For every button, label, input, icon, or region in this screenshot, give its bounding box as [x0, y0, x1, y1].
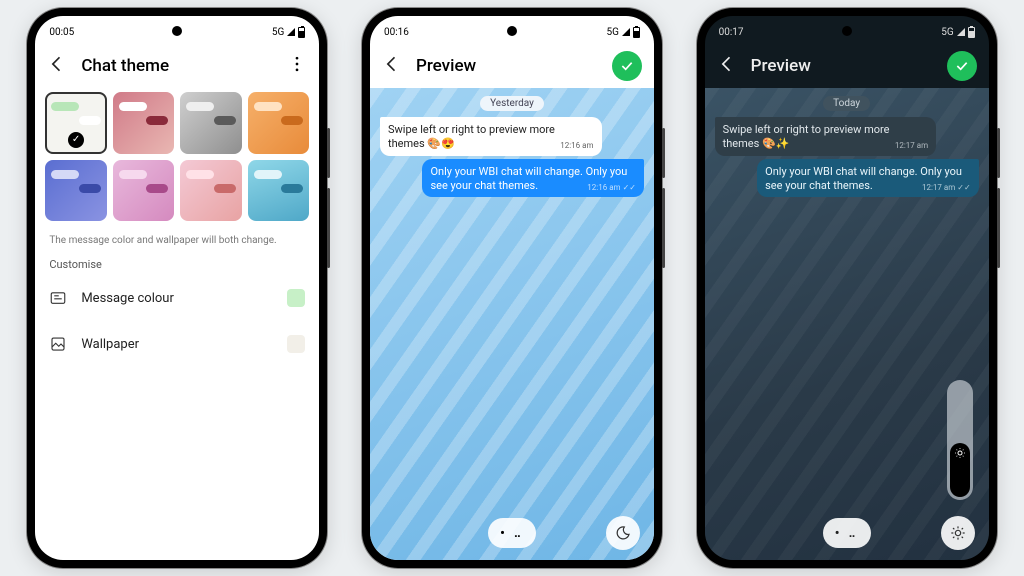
theme-pager[interactable]: • ‥: [823, 518, 871, 548]
status-network: 5G: [607, 27, 619, 38]
message-colour-swatch: [287, 289, 305, 307]
dark-mode-toggle[interactable]: [606, 516, 640, 550]
chat-preview-area[interactable]: Yesterday Swipe left or right to preview…: [370, 88, 654, 560]
app-bar: Preview: [705, 44, 989, 88]
brightness-slider[interactable]: [947, 380, 973, 500]
back-icon[interactable]: [382, 54, 402, 78]
phone-frame-3: 00:17 5G Preview Today Swipe left or rig…: [697, 8, 997, 568]
theme-tile-7[interactable]: [248, 160, 310, 222]
wallpaper-swatch: [287, 335, 305, 353]
confirm-button[interactable]: [612, 51, 642, 81]
read-ticks-icon: ✓✓: [957, 183, 970, 192]
outgoing-message: Only your WBI chat will change. Only you…: [422, 159, 644, 198]
outgoing-message: Only your WBI chat will change. Only you…: [757, 159, 979, 198]
theme-tile-4[interactable]: [45, 160, 107, 222]
app-bar: Chat theme: [35, 44, 319, 88]
page-title: Chat theme: [81, 56, 273, 76]
incoming-message: Swipe left or right to preview more them…: [380, 117, 602, 156]
theme-pager[interactable]: • ‥: [488, 518, 536, 548]
read-ticks-icon: ✓✓: [623, 183, 636, 192]
incoming-message-time: 12:16 am: [560, 141, 593, 151]
battery-icon: [633, 27, 640, 38]
customise-label: Customise: [35, 250, 319, 275]
brightness-slider-thumb[interactable]: [950, 443, 970, 497]
status-network: 5G: [272, 27, 284, 38]
status-time: 00:16: [384, 27, 409, 38]
camera-notch: [172, 26, 182, 36]
message-colour-label: Message colour: [81, 291, 273, 306]
theme-tile-5[interactable]: [113, 160, 175, 222]
wallpaper-label: Wallpaper: [81, 337, 273, 352]
incoming-message-text: Swipe left or right to preview more them…: [723, 123, 890, 150]
screen-preview-light: 00:16 5G Preview Yesterday Swipe left or…: [370, 16, 654, 560]
chat-preview-area[interactable]: Today Swipe left or right to preview mor…: [705, 88, 989, 560]
bottom-controls: • ‥: [370, 518, 654, 548]
battery-icon: [298, 27, 305, 38]
theme-grid: ✓: [35, 88, 319, 225]
theme-tile-1[interactable]: [113, 92, 175, 154]
incoming-message-time: 12:17 am: [895, 141, 928, 151]
outgoing-message-time: 12:17 am: [922, 183, 955, 192]
app-bar: Preview: [370, 44, 654, 88]
camera-notch: [507, 26, 517, 36]
date-chip: Today: [823, 96, 870, 111]
phone-frame-2: 00:16 5G Preview Yesterday Swipe left or…: [362, 8, 662, 568]
wallpaper-icon: [49, 335, 67, 353]
confirm-button[interactable]: [947, 51, 977, 81]
battery-icon: [968, 27, 975, 38]
theme-tile-2[interactable]: [180, 92, 242, 154]
status-time: 00:17: [719, 27, 744, 38]
date-chip: Yesterday: [480, 96, 544, 111]
theme-tile-6[interactable]: [180, 160, 242, 222]
message-colour-icon: [49, 289, 67, 307]
status-network: 5G: [941, 27, 953, 38]
signal-icon: [957, 28, 965, 36]
signal-icon: [287, 28, 295, 36]
incoming-message: Swipe left or right to preview more them…: [715, 117, 937, 156]
more-icon[interactable]: [287, 54, 307, 78]
page-title: Preview: [751, 56, 933, 76]
status-time: 00:05: [49, 27, 74, 38]
outgoing-message-time: 12:16 am: [587, 183, 620, 192]
check-icon: ✓: [68, 132, 84, 148]
wallpaper-row[interactable]: Wallpaper: [35, 321, 319, 367]
theme-hint-text: The message color and wallpaper will bot…: [35, 225, 319, 250]
phone-frame-1: 00:05 5G Chat theme ✓ The message color …: [27, 8, 327, 568]
incoming-message-text: Swipe left or right to preview more them…: [388, 123, 555, 150]
screen-chat-theme: 00:05 5G Chat theme ✓ The message color …: [35, 16, 319, 560]
camera-notch: [842, 26, 852, 36]
screen-preview-dark: 00:17 5G Preview Today Swipe left or rig…: [705, 16, 989, 560]
message-colour-row[interactable]: Message colour: [35, 275, 319, 321]
signal-icon: [622, 28, 630, 36]
theme-tile-0[interactable]: ✓: [45, 92, 107, 154]
back-icon[interactable]: [47, 54, 67, 78]
light-mode-toggle[interactable]: [941, 516, 975, 550]
bottom-controls: • ‥: [705, 518, 989, 548]
theme-tile-3[interactable]: [248, 92, 310, 154]
back-icon[interactable]: [717, 54, 737, 78]
page-title: Preview: [416, 56, 598, 76]
